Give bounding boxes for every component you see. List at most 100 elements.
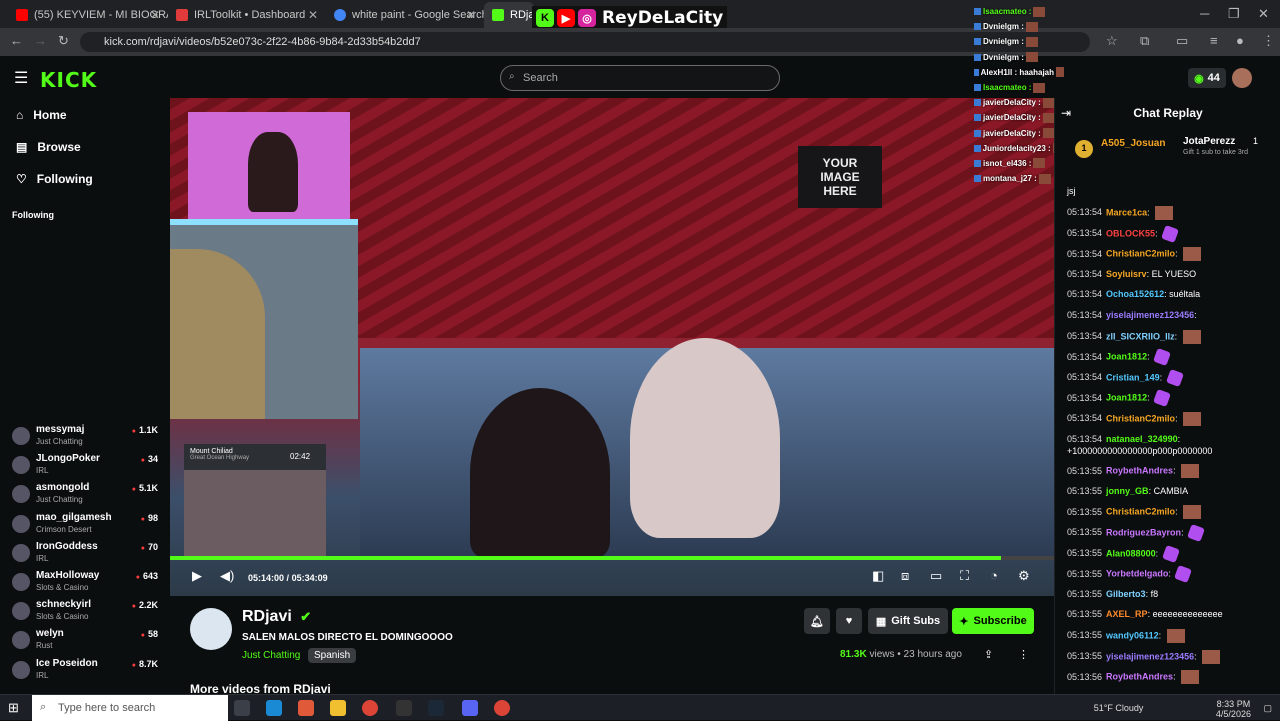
video-player[interactable]: YOUR IMAGE HERE Mount Chiliad Great Ocea… (170, 98, 1054, 596)
edge-icon[interactable] (266, 700, 282, 716)
kick-logo[interactable]: KICK (40, 68, 97, 92)
sidebar-item-browse[interactable]: ▤ Browse (16, 140, 81, 154)
channel-avatar[interactable] (190, 608, 232, 650)
sidebar-channel-item[interactable]: mao_gilgameshCrimson Desert 98 (12, 512, 162, 540)
close-window-icon[interactable]: ✕ (1258, 6, 1269, 22)
hamburger-icon[interactable]: ☰ (14, 68, 28, 88)
chat-username[interactable]: ChristianC2milo (1106, 413, 1175, 423)
cast-icon[interactable]: ▭ (1176, 33, 1188, 49)
chat-username[interactable]: Ochoa152612 (1106, 289, 1164, 299)
gifter-name[interactable]: JotaPerezz (1183, 136, 1235, 147)
chat-username[interactable]: zll_SICXRIIO_llz (1106, 331, 1175, 341)
top-gifter[interactable]: A505_Josuan (1101, 138, 1165, 149)
sidebar-channel-item[interactable]: MaxHolloway Slots & Casino 643 (12, 570, 162, 598)
chrome-icon[interactable] (362, 700, 378, 716)
subscribe-button[interactable]: ✦ Subscribe (952, 608, 1034, 634)
chat-username[interactable]: wandy06112 (1106, 630, 1159, 640)
chat-username[interactable]: Alan088000 (1106, 548, 1156, 558)
chrome-icon[interactable] (494, 700, 510, 716)
volume-icon[interactable]: ◀) (220, 568, 234, 584)
theater-icon[interactable]: ▭ (930, 568, 942, 584)
forward-icon[interactable]: → (34, 33, 47, 48)
steam-icon[interactable] (428, 700, 444, 716)
chat-message: 05:13:54 Marce1ca: (1067, 206, 1277, 220)
play-icon[interactable]: ▶ (192, 568, 202, 584)
bookmark-star-icon[interactable]: ☆ (1106, 33, 1118, 49)
copilot-icon[interactable] (298, 700, 314, 716)
chat-username[interactable]: OBLOCK55 (1106, 228, 1155, 238)
weather[interactable]: 51°F Cloudy (1094, 703, 1144, 713)
obs-icon[interactable] (396, 700, 412, 716)
chat-username[interactable]: RoybethAndres (1106, 466, 1173, 476)
file-explorer-icon[interactable] (330, 700, 346, 716)
browser-tab-active[interactable]: RDjavi (484, 2, 534, 28)
points-badge[interactable]: ◉ 44 (1188, 68, 1226, 88)
discord-icon[interactable] (462, 700, 478, 716)
chat-username[interactable]: ChristianC2milo (1106, 249, 1175, 259)
browser-tab[interactable]: (55) KEYVIEM - MI BIOGRAFÍA ✕ (8, 2, 168, 28)
maximize-icon[interactable]: ❐ (1228, 6, 1240, 22)
notification-bell-button[interactable]: 🔔︎ (804, 608, 830, 634)
language-tag[interactable]: Spanish (308, 648, 357, 663)
sidebar-channel-item[interactable]: asmongoldJust Chatting 5.1K (12, 482, 162, 510)
close-icon[interactable]: ✕ (466, 8, 476, 22)
speed-icon[interactable]: ◔ (990, 568, 998, 583)
sidebar-item-home[interactable]: ⌂ Home (16, 108, 67, 122)
fullscreen-icon[interactable]: ⛶ (960, 568, 969, 584)
menu-icon[interactable]: ⋮ (1262, 33, 1275, 49)
chat-username[interactable]: Joan1812 (1106, 352, 1147, 362)
windows-start-icon[interactable]: ⊞ (8, 700, 19, 716)
sidebar-channel-item[interactable]: IronGoddessIRL 70 (12, 541, 162, 569)
emote-icon (1161, 224, 1180, 243)
search-input[interactable]: ⌕ Search (500, 65, 780, 91)
sidebar-channel-item[interactable]: Ice PoseidonIRL 8.7K (12, 658, 162, 686)
sidebar-channel-item[interactable]: schneckyirlSlots & Casino 2.2K (12, 599, 162, 627)
sidebar-item-label: Browse (37, 140, 81, 154)
sidebar-channel-item[interactable]: welynRust 58 (12, 628, 162, 656)
chat-username[interactable]: Joan1812 (1106, 393, 1147, 403)
browser-tab[interactable]: white paint - Google Search ✕ (326, 2, 484, 28)
more-options-icon[interactable]: ⋮ (1018, 648, 1029, 661)
chat-username[interactable]: jonny_GB (1106, 486, 1149, 496)
pip-icon[interactable]: ◧ (872, 568, 884, 584)
avatar[interactable] (1232, 68, 1252, 88)
chat-username[interactable]: Soyluisrv (1106, 269, 1147, 279)
chat-username[interactable]: AXEL_RP (1106, 609, 1148, 619)
minimize-icon[interactable]: ─ (1200, 6, 1209, 21)
gift-subs-button[interactable]: ▦ Gift Subs (868, 608, 948, 634)
task-view-icon[interactable] (234, 700, 250, 716)
clock[interactable]: 8:33 PM 4/5/2026 (1216, 699, 1251, 719)
back-icon[interactable]: ← (10, 33, 23, 48)
sidebar-channel-item[interactable]: messymaj Just Chatting 1.1K (12, 424, 162, 452)
chat-timestamp: 05:13:54 (1067, 248, 1103, 259)
notification-icon[interactable]: ▢ (1263, 703, 1272, 713)
chat-username[interactable]: Yorbetdelgado (1106, 569, 1168, 579)
settings-gear-icon[interactable]: ⚙ (1018, 568, 1030, 584)
media-icon[interactable]: ≡ (1210, 33, 1218, 48)
clip-icon[interactable]: ⧈ (901, 568, 909, 584)
reload-icon[interactable]: ↻ (58, 33, 69, 49)
sidebar-item-following[interactable]: ♡ Following (16, 172, 93, 186)
follow-button[interactable]: ♥ (836, 608, 862, 634)
chat-username[interactable]: yiselajimenez123456 (1106, 651, 1194, 661)
share-icon[interactable]: ⇪ (984, 648, 993, 661)
chat-username[interactable]: ChristianC2milo (1106, 507, 1175, 517)
taskbar-search-input[interactable]: ⌕ Type here to search (32, 695, 228, 721)
extensions-icon[interactable]: ⧉ (1140, 33, 1149, 49)
profile-icon[interactable]: ● (1236, 33, 1244, 48)
progress-bar[interactable] (170, 556, 1054, 560)
chat-username[interactable]: Marce1ca (1106, 207, 1147, 217)
url-field[interactable]: kick.com/rdjavi/videos/b52e073c-2f22-4b8… (80, 32, 1090, 52)
chat-username[interactable]: RodriguezBayron (1106, 527, 1181, 537)
browser-tab[interactable]: IRLToolkit • Dashboard ✕ (168, 2, 326, 28)
chat-username[interactable]: RoybethAndres (1106, 672, 1173, 682)
category-link[interactable]: Just Chatting (242, 650, 300, 661)
sidebar-channel-item[interactable]: JLongoPokerIRL 34 (12, 453, 162, 481)
channel-name[interactable]: RDjavi ✔ (242, 608, 311, 626)
close-icon[interactable]: ✕ (150, 8, 160, 22)
chat-username[interactable]: yiselajimenez123456 (1106, 310, 1194, 320)
chat-username[interactable]: Cristian_149 (1106, 372, 1160, 382)
close-icon[interactable]: ✕ (308, 8, 318, 22)
chat-username[interactable]: natanael_324990 (1106, 434, 1178, 444)
chat-username[interactable]: Gilberto3 (1106, 589, 1146, 599)
